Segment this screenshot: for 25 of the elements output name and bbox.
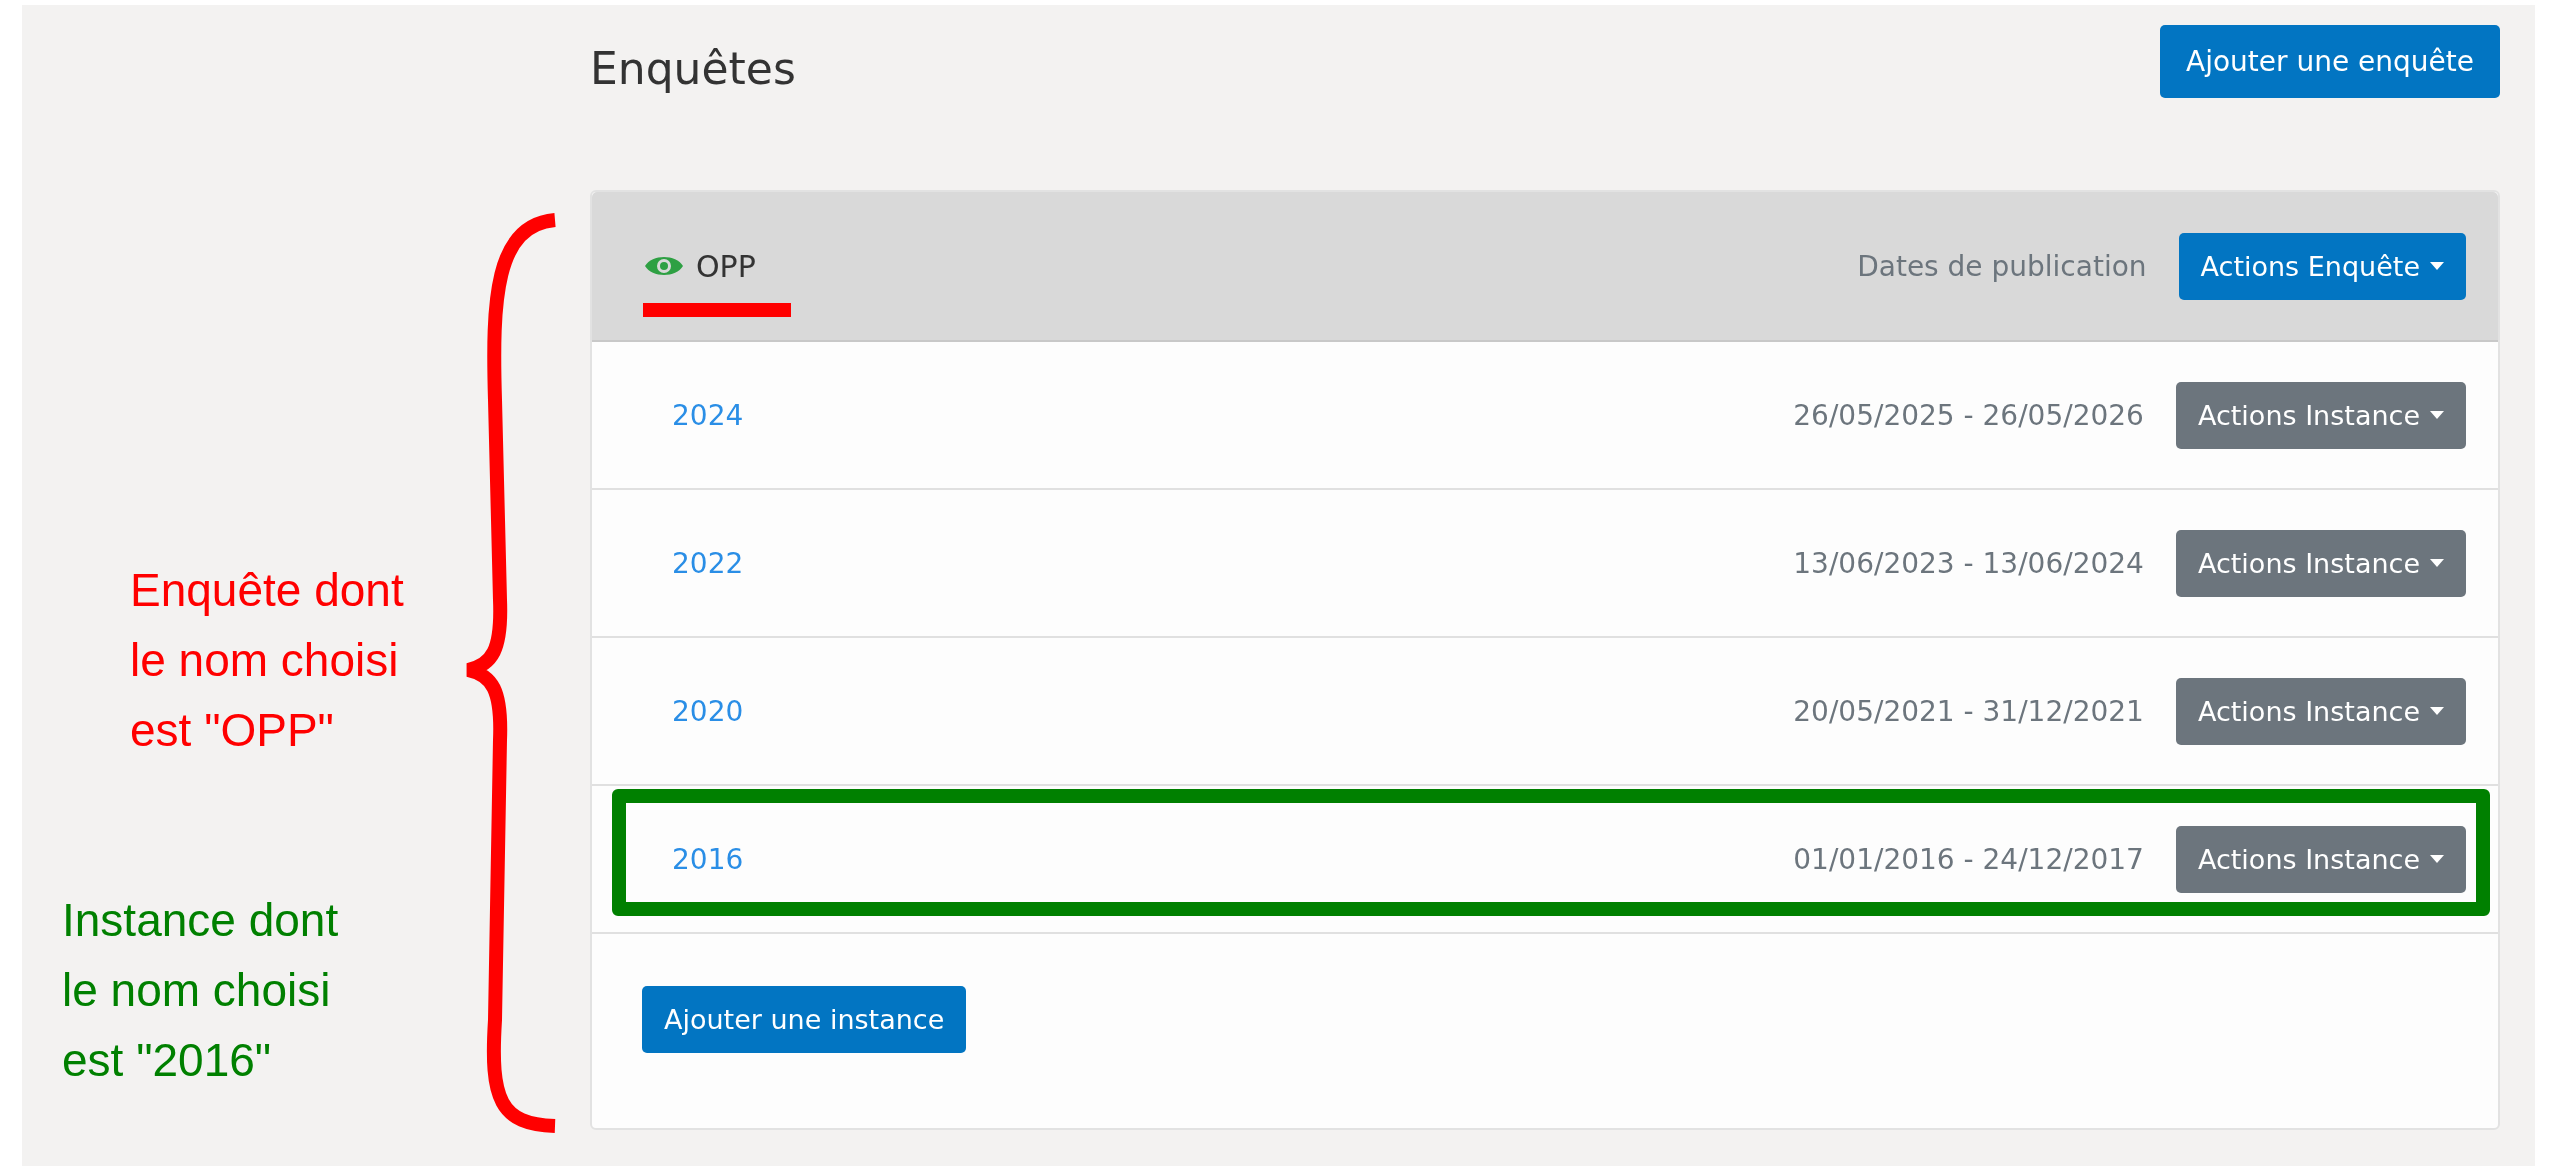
caret-icon: [2430, 559, 2444, 567]
caret-icon: [2430, 411, 2444, 419]
survey-name: OPP: [696, 248, 757, 284]
date-range: 13/06/2023 - 13/06/2024: [1793, 546, 2144, 580]
annotation-text: Enquête dont le nom choisi est "OPP": [130, 563, 404, 758]
instance-actions-button[interactable]: Actions Instance: [2175, 381, 2466, 449]
instance-link[interactable]: 2020: [672, 694, 1794, 728]
caret-icon: [2430, 855, 2444, 863]
instance-actions-button[interactable]: Actions Instance: [2175, 825, 2466, 893]
instance-actions-button[interactable]: Actions Instance: [2175, 677, 2466, 745]
date-range: 26/05/2025 - 26/05/2026: [1793, 398, 2144, 432]
date-range: 01/01/2016 - 24/12/2017: [1793, 842, 2144, 876]
date-range: 20/05/2021 - 31/12/2021: [1793, 694, 2144, 728]
instance-link[interactable]: 2024: [672, 398, 1794, 432]
instance-link[interactable]: 2016: [672, 842, 1794, 876]
caret-icon: [2430, 707, 2444, 715]
survey-actions-button[interactable]: Actions Enquête: [2178, 232, 2466, 300]
add-instance-button[interactable]: Ajouter une instance: [642, 986, 967, 1053]
add-survey-button[interactable]: Ajouter une enquête: [2160, 25, 2500, 98]
page-title: Enquêtes: [590, 43, 796, 94]
instance-actions-button[interactable]: Actions Instance: [2175, 529, 2466, 597]
instance-link[interactable]: 2022: [672, 546, 1794, 580]
caret-icon: [2430, 262, 2444, 270]
column-label: Dates de publication: [1857, 249, 2147, 283]
annotation-text: Instance dont le nom choisi est "2016": [62, 893, 339, 1088]
